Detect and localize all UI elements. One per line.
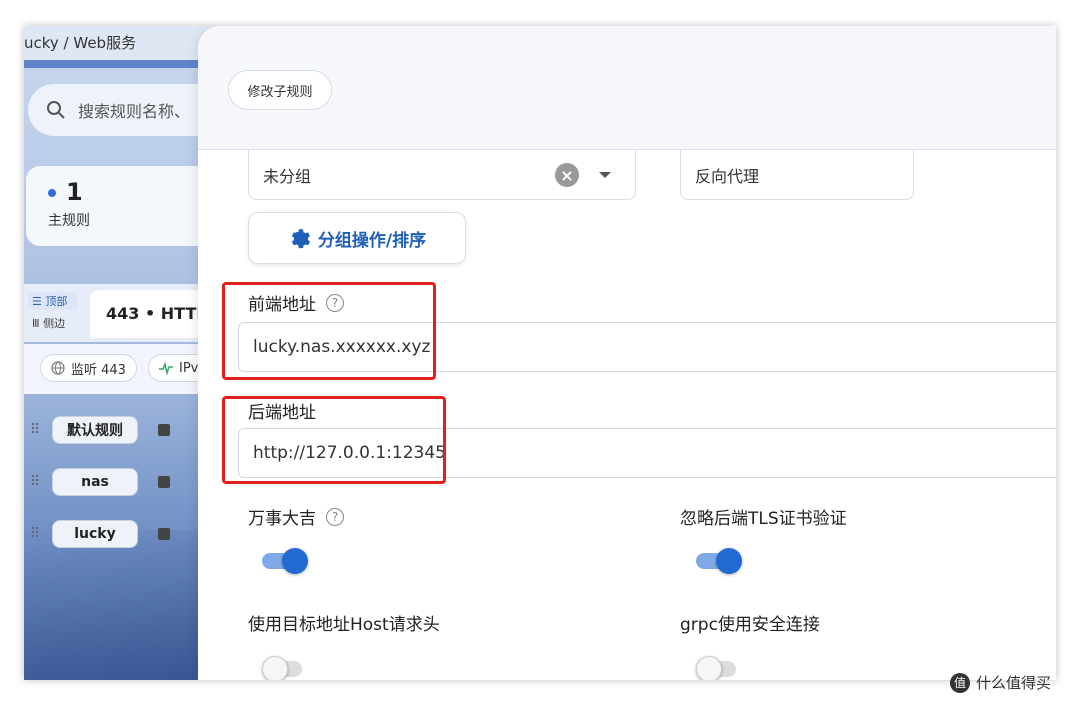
listen-port-pill[interactable]: 监听 443 — [40, 354, 137, 382]
help-icon[interactable]: ? — [326, 507, 344, 526]
rule-type-select[interactable]: 反向代理 — [680, 150, 914, 200]
drag-handle-icon[interactable]: ⠿ — [30, 475, 40, 489]
group-sort-button[interactable]: 分组操作/排序 — [248, 212, 466, 264]
group-sort-label: 分组操作/排序 — [317, 230, 427, 251]
main-rule-stat-card: 1 主规则 — [26, 166, 224, 246]
option-use-host-toggle[interactable] — [262, 654, 308, 680]
rule-detail-icon[interactable] — [158, 476, 170, 488]
option-grpc-text: grpc使用安全连接 — [680, 615, 820, 635]
header-bar — [24, 60, 224, 68]
rule-name-chip[interactable]: 默认规则 — [52, 416, 138, 444]
drag-handle-icon[interactable]: ⠿ — [30, 423, 40, 437]
main-rule-count: 1 — [66, 178, 83, 206]
group-select[interactable]: 未分组 × — [248, 150, 636, 200]
highlight-backend — [222, 396, 446, 484]
rule-detail-icon[interactable] — [158, 528, 170, 540]
option-grpc-label: grpc使用安全连接 — [680, 610, 820, 635]
rule-row[interactable]: ⠿ nas — [24, 460, 224, 504]
background-app: ucky / Web服务 搜索规则名称、 1 主规则 ☰ 顶部 Ⅲ 侧边 443… — [24, 26, 224, 680]
option-use-host-label: 使用目标地址Host请求头 — [248, 610, 440, 635]
option-use-host-text: 使用目标地址Host请求头 — [248, 615, 440, 635]
rule-row[interactable]: ⠿ 默认规则 — [24, 408, 224, 452]
clear-icon[interactable]: × — [555, 163, 579, 187]
search-placeholder: 搜索规则名称、 — [78, 102, 191, 121]
drag-handle-icon[interactable]: ⠿ — [30, 527, 40, 541]
dialog-header: 修改子规则 — [198, 26, 1056, 150]
watermark-logo-icon: 值 — [950, 672, 970, 693]
rule-detail-icon[interactable] — [158, 424, 170, 436]
status-dot — [48, 189, 56, 197]
group-select-value: 未分组 — [263, 166, 312, 186]
rule-search-box[interactable]: 搜索规则名称、 — [28, 84, 224, 136]
search-icon — [47, 101, 65, 119]
layout-side-button[interactable]: Ⅲ 侧边 — [28, 314, 78, 332]
option-ignore-tls-toggle[interactable] — [696, 546, 742, 574]
rule-tab-strip: ☰ 顶部 Ⅲ 侧边 443 • HTTPS — [24, 284, 224, 342]
highlight-frontend — [222, 282, 436, 380]
option-ignore-tls-label: 忽略后端TLS证书验证 — [680, 504, 847, 529]
option-ignore-tls-text: 忽略后端TLS证书验证 — [680, 509, 847, 529]
watermark-text: 什么值得买 — [976, 674, 1052, 692]
rule-row[interactable]: ⠿ lucky — [24, 512, 224, 556]
option-wanshi-toggle[interactable] — [262, 546, 308, 574]
option-wanshi-text: 万事大吉 — [248, 509, 316, 529]
tab-edit-subrule[interactable]: 修改子规则 — [228, 70, 332, 110]
listen-port-label: 监听 443 — [71, 362, 126, 378]
edit-subrule-dialog: 修改子规则 未分组 × 反向代理 分组操作/排序 前端地址 ? lucky.na… — [198, 26, 1056, 680]
gear-icon — [291, 229, 310, 249]
pulse-icon — [159, 361, 173, 375]
layout-toggle[interactable]: ☰ 顶部 Ⅲ 侧边 — [28, 292, 82, 332]
globe-icon — [51, 361, 65, 375]
option-wanshi-label: 万事大吉 ? — [248, 504, 344, 529]
ip-version-label: IPv — [179, 360, 199, 376]
listen-info-bar: 监听 443 IPv — [24, 344, 224, 394]
rule-name-chip[interactable]: lucky — [52, 520, 138, 548]
chevron-down-icon[interactable] — [599, 172, 611, 178]
rule-name-chip[interactable]: nas — [52, 468, 138, 496]
rule-type-value: 反向代理 — [695, 166, 760, 186]
option-grpc-toggle[interactable] — [696, 654, 742, 680]
watermark: 值 什么值得买 — [950, 672, 1051, 693]
layout-top-button[interactable]: ☰ 顶部 — [28, 292, 78, 310]
screenshot-frame: ucky / Web服务 搜索规则名称、 1 主规则 ☰ 顶部 Ⅲ 侧边 443… — [24, 26, 1056, 680]
